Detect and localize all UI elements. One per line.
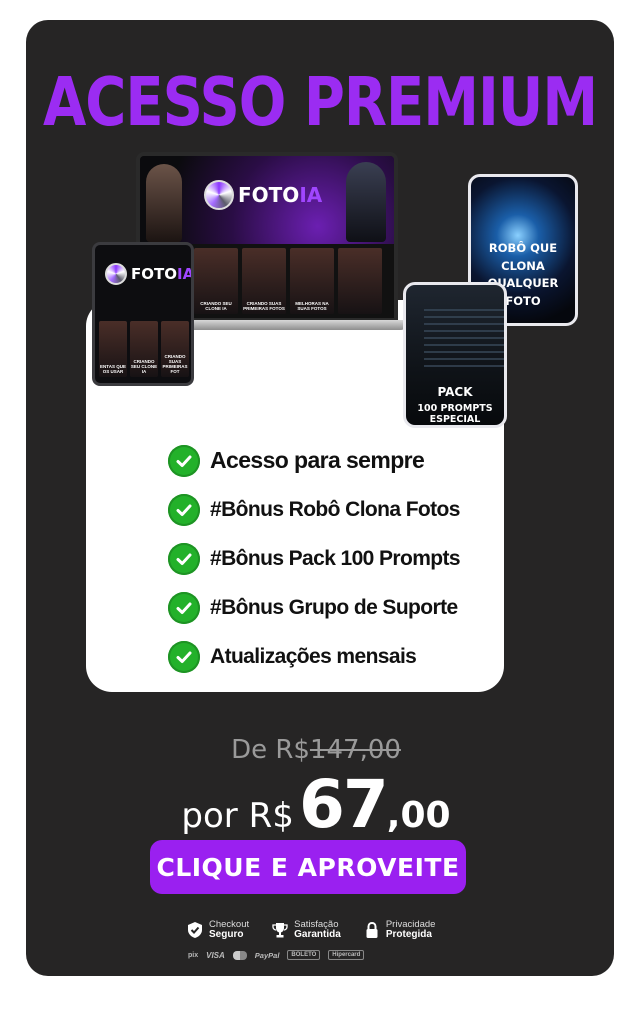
- code-image: [424, 309, 504, 369]
- pack-card-line1: PACK: [437, 385, 473, 399]
- thumb-caption: CRIANDO SEU CLONE IA: [130, 359, 158, 375]
- screen-hero: FOTOIA: [140, 156, 394, 244]
- brand-suffix: IA: [299, 183, 323, 207]
- old-price-prefix: De R$: [231, 735, 310, 765]
- brand-suffix: IA: [176, 265, 194, 283]
- course-thumb: CRIANDO SEU CLONE IA: [130, 321, 158, 377]
- course-thumb: [338, 248, 382, 314]
- course-thumbnails: ENTAS QUE OS USAR CRIANDO SEU CLONE IA C…: [99, 321, 191, 377]
- check-icon: [168, 640, 200, 673]
- lock-icon: [366, 922, 378, 939]
- thumb-caption: CRIANDO SUAS PRIMEIRAS FOT: [162, 354, 188, 375]
- course-thumb: MELHORAS NA SUAS FOTOS: [290, 248, 334, 314]
- list-item: Atualizações mensais: [168, 632, 460, 681]
- page-title: ACESSO PREMIUM: [42, 64, 598, 142]
- benefit-label: Acesso para sempre: [210, 447, 425, 473]
- course-thumb: ENTAS QUE OS USAR: [99, 321, 127, 377]
- old-price: De R$147,00: [0, 735, 632, 765]
- list-item: #Bônus Robô Clona Fotos: [168, 485, 460, 534]
- pack-bonus-card: PACK 100 PROMPTS ESPECIAL: [403, 282, 507, 428]
- benefit-label: #Bônus Robô Clona Fotos: [210, 497, 460, 521]
- list-item: #Bônus Grupo de Suporte: [168, 583, 460, 632]
- visa-icon: VISA: [206, 950, 225, 960]
- course-thumb: CRIANDO SUAS PRIMEIRAS FOT: [161, 321, 189, 377]
- check-icon: [168, 542, 200, 575]
- robo-card-line1: ROBÔ QUE CLONA: [488, 240, 558, 273]
- privacy-bottom: Protegida: [385, 928, 432, 940]
- thumb-caption: ENTAS QUE OS USAR: [100, 364, 126, 375]
- tablet-mockup: FOTOIA ENTAS QUE OS USAR CRIANDO SEU CLO…: [92, 242, 194, 386]
- benefit-label: #Bônus Grupo de Suporte: [210, 595, 458, 619]
- boleto-icon: BOLETO: [287, 950, 321, 960]
- payment-methods: pix VISA PayPal BOLETO Hipercard: [188, 950, 365, 960]
- list-item: #Bônus Pack 100 Prompts: [168, 534, 461, 583]
- satisfaction-bottom: Garantida: [294, 928, 341, 940]
- mastercard-icon: [232, 950, 247, 960]
- aperture-icon: [105, 263, 127, 285]
- check-icon: [168, 493, 200, 526]
- fotoia-logo: FOTOIA: [204, 180, 322, 210]
- new-price-cents: ,00: [386, 795, 451, 836]
- checkout-bottom: Seguro: [209, 928, 244, 940]
- list-item: Acesso para sempre: [168, 436, 460, 485]
- person-image: [346, 162, 386, 242]
- benefit-label: Atualizações mensais: [210, 644, 417, 668]
- hipercard-icon: Hipercard: [328, 950, 365, 960]
- pix-icon: pix: [188, 951, 199, 959]
- pack-card-line2: 100 PROMPTS ESPECIAL: [417, 403, 493, 425]
- brand-prefix: FOTO: [238, 183, 300, 207]
- aperture-icon: [204, 180, 234, 210]
- trophy-icon: [272, 923, 288, 938]
- brand-prefix: FOTO: [131, 265, 177, 283]
- paypal-icon: PayPal: [254, 950, 280, 960]
- new-price-integer: 67: [298, 766, 389, 843]
- check-icon: [168, 444, 200, 477]
- shield-check-icon: [188, 922, 202, 939]
- course-thumb: CRIANDO SUAS PRIMEIRAS FOTOS: [242, 248, 286, 314]
- new-price-prefix: por R$: [181, 796, 294, 836]
- fotoia-logo: FOTOIA: [105, 263, 194, 285]
- new-price: por R$ 67,00: [0, 766, 632, 843]
- benefit-label: #Bônus Pack 100 Prompts: [210, 546, 461, 570]
- thumb-caption: CRIANDO SEU CLONE IA: [200, 301, 232, 312]
- old-price-value: 147,00: [309, 735, 401, 765]
- checkout-badge: Checkout Seguro: [186, 920, 249, 940]
- privacy-badge: Privacidade Protegida: [363, 920, 435, 940]
- thumb-caption: MELHORAS NA SUAS FOTOS: [295, 301, 329, 312]
- benefits-list: Acesso para sempre #Bônus Robô Clona Fot…: [168, 436, 461, 681]
- course-thumb: CRIANDO SEU CLONE IA: [194, 248, 238, 314]
- check-icon: [168, 591, 200, 624]
- person-image: [146, 164, 182, 242]
- trust-badges: Checkout Seguro Satisfação Garantida Priva…: [186, 920, 435, 940]
- satisfaction-badge: Satisfação Garantida: [271, 920, 341, 940]
- thumb-caption: CRIANDO SUAS PRIMEIRAS FOTOS: [243, 301, 285, 312]
- cta-button[interactable]: CLIQUE E APROVEITE: [150, 840, 466, 894]
